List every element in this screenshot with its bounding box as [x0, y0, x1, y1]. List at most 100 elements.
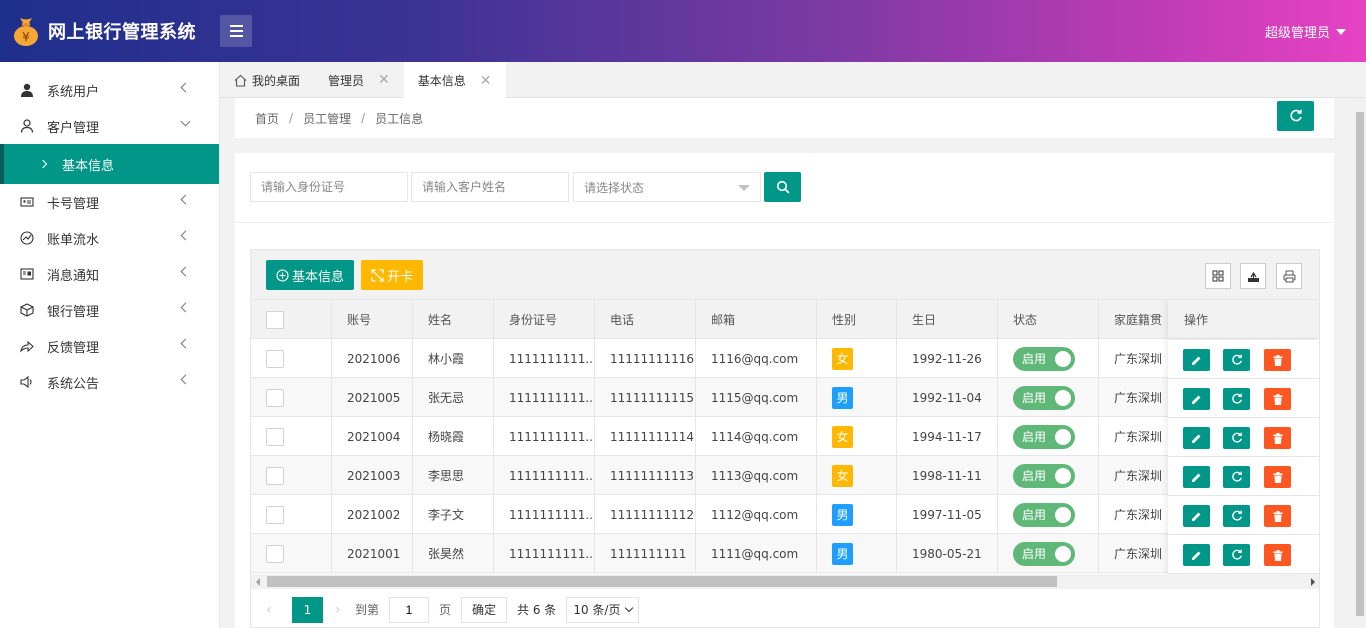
status-switch[interactable]: 启用: [1013, 385, 1075, 410]
sidebar-item-cards[interactable]: 卡号管理: [0, 184, 219, 220]
row-checkbox[interactable]: [266, 388, 284, 407]
open-card-button[interactable]: 开卡: [361, 260, 424, 290]
reset-button[interactable]: [1223, 505, 1250, 527]
breadcrumb-home[interactable]: 首页: [255, 110, 279, 127]
id-number-input[interactable]: [250, 172, 408, 202]
page-confirm-button[interactable]: 确定: [461, 596, 508, 623]
sidebar-item-messages[interactable]: 消息通知: [0, 256, 219, 292]
reset-button[interactable]: [1223, 466, 1250, 488]
sex-badge: 男: [832, 503, 853, 526]
breadcrumb: 首页 / 员工管理 / 员工信息: [235, 98, 1334, 138]
delete-button[interactable]: [1264, 349, 1291, 371]
edit-button[interactable]: [1183, 544, 1210, 566]
col-email[interactable]: 邮箱: [696, 300, 817, 339]
tab-basic-info[interactable]: 基本信息 ✕: [403, 62, 506, 99]
reset-button[interactable]: [1223, 544, 1250, 566]
next-page-icon[interactable]: ›: [335, 602, 349, 618]
home-icon: [234, 74, 247, 87]
edit-button[interactable]: [1183, 505, 1210, 527]
status-switch[interactable]: 启用: [1013, 463, 1075, 488]
dropdown-arrow-icon: [738, 185, 750, 191]
sidebar-item-system-users[interactable]: 系统用户: [0, 72, 219, 108]
scroll-left-icon[interactable]: [256, 578, 260, 586]
page-jump-input[interactable]: [389, 596, 430, 623]
sidebar-item-banks[interactable]: 银行管理: [0, 292, 219, 328]
search-icon: [776, 180, 790, 194]
expand-icon: [371, 268, 384, 282]
status-select[interactable]: 请选择状态: [573, 172, 761, 202]
column-filter-button[interactable]: [1205, 263, 1231, 289]
scrollbar-thumb[interactable]: [1356, 112, 1364, 616]
chevron-left-icon: [180, 302, 191, 313]
breadcrumb-employee-management[interactable]: 员工管理: [303, 110, 351, 127]
col-phone[interactable]: 电话: [595, 300, 696, 339]
menu-toggle-button[interactable]: [220, 15, 252, 47]
print-button[interactable]: [1276, 263, 1302, 289]
customer-table: 账号 姓名 身份证号 电话 邮箱 性别 生日 状态 家庭籍贯 操作 202100…: [250, 299, 1320, 628]
sidebar-subitem-basic-info[interactable]: 基本信息: [0, 144, 219, 184]
customer-name-input[interactable]: [411, 172, 569, 202]
delete-button[interactable]: [1264, 544, 1291, 566]
tab-admin[interactable]: 管理员 ✕: [314, 62, 404, 98]
sidebar: 系统用户 客户管理 基本信息 卡号管理 账单流水 消息通知 银行管理 反馈管理 …: [0, 62, 220, 628]
col-home[interactable]: 家庭籍贯: [1099, 300, 1179, 339]
user-menu[interactable]: 超级管理员: [1265, 22, 1346, 41]
close-icon[interactable]: ✕: [480, 73, 492, 89]
reset-button[interactable]: [1223, 427, 1250, 449]
prev-page-icon[interactable]: ‹: [266, 602, 280, 618]
col-id[interactable]: 身份证号: [494, 300, 595, 339]
sidebar-item-feedback[interactable]: 反馈管理: [0, 328, 219, 364]
table-row: 2021003 李思思 1111111111... 11111111113 11…: [251, 456, 1319, 495]
row-checkbox[interactable]: [266, 544, 284, 563]
edit-button[interactable]: [1183, 427, 1210, 449]
row-checkbox[interactable]: [266, 466, 284, 485]
edit-button[interactable]: [1183, 466, 1210, 488]
sidebar-item-announcements[interactable]: 系统公告: [0, 364, 219, 400]
page-vertical-scrollbar[interactable]: [1354, 98, 1366, 628]
search-button[interactable]: [764, 172, 801, 202]
scroll-right-icon[interactable]: [1311, 578, 1315, 586]
reset-button[interactable]: [1223, 388, 1250, 410]
chevron-right-icon: [38, 159, 48, 169]
page-size-select[interactable]: 10 条/页: [566, 596, 640, 623]
col-account[interactable]: 账号: [332, 300, 413, 339]
scrollbar-thumb[interactable]: [267, 576, 1057, 587]
edit-button[interactable]: [1183, 349, 1210, 371]
col-birth[interactable]: 生日: [897, 300, 998, 339]
delete-button[interactable]: [1264, 505, 1291, 527]
col-name[interactable]: 姓名: [413, 300, 494, 339]
export-button[interactable]: [1240, 263, 1266, 289]
refresh-icon: [1231, 393, 1242, 404]
card-icon: [20, 195, 34, 209]
select-all-checkbox[interactable]: [266, 310, 284, 329]
sidebar-item-customers[interactable]: 客户管理: [0, 108, 219, 144]
delete-button[interactable]: [1264, 427, 1291, 449]
reset-button[interactable]: [1223, 349, 1250, 371]
trash-icon: [1273, 471, 1282, 483]
row-checkbox[interactable]: [266, 349, 284, 368]
status-switch[interactable]: 启用: [1013, 346, 1075, 371]
col-status[interactable]: 状态: [998, 300, 1099, 339]
sidebar-item-bills[interactable]: 账单流水: [0, 220, 219, 256]
row-checkbox[interactable]: [266, 427, 284, 446]
page-refresh-button[interactable]: [1277, 101, 1314, 131]
sex-badge: 女: [832, 425, 853, 448]
status-switch[interactable]: 启用: [1013, 502, 1075, 527]
edit-button[interactable]: [1183, 388, 1210, 410]
row-checkbox[interactable]: [266, 505, 284, 524]
table-toolbar: 基本信息 开卡: [250, 249, 1320, 299]
col-sex[interactable]: 性别: [817, 300, 897, 339]
status-switch[interactable]: 启用: [1013, 541, 1075, 566]
close-icon[interactable]: ✕: [378, 72, 390, 88]
chevron-left-icon: [180, 194, 191, 205]
add-basic-info-button[interactable]: 基本信息: [266, 260, 355, 290]
table-row: 2021005 张无忌 1111111111... 11111111115 11…: [251, 378, 1319, 417]
tab-desktop[interactable]: 我的桌面: [220, 62, 314, 98]
pencil-icon: [1192, 551, 1201, 560]
delete-button[interactable]: [1264, 388, 1291, 410]
current-page[interactable]: 1: [292, 596, 323, 623]
delete-button[interactable]: [1264, 466, 1291, 488]
horizontal-scrollbar[interactable]: [251, 574, 1319, 589]
status-switch[interactable]: 启用: [1013, 424, 1075, 449]
share-icon: [20, 339, 34, 353]
